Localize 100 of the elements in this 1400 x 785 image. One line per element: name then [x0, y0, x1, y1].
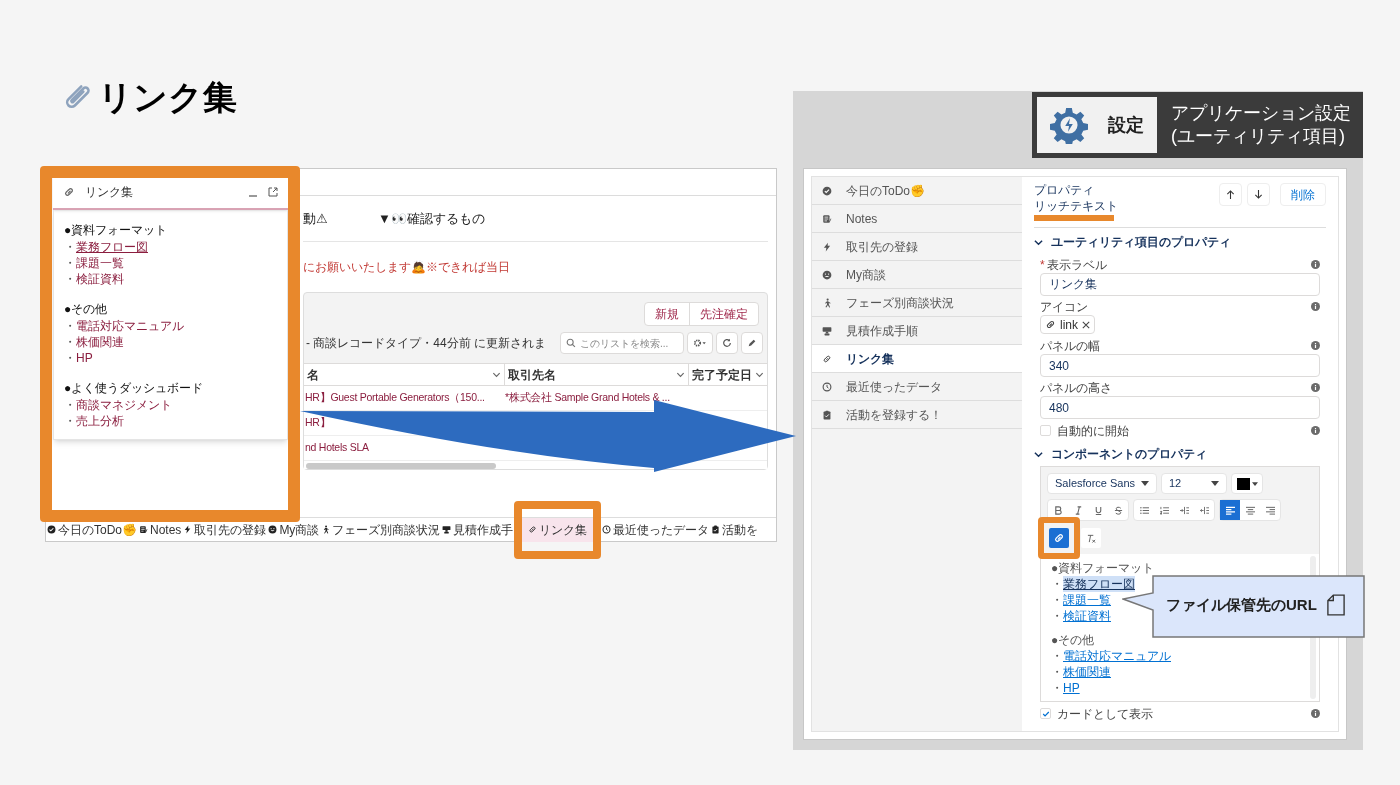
nav-item[interactable]: 最近使ったデータ [812, 373, 1022, 401]
settings-button[interactable] [687, 332, 713, 354]
info-icon[interactable] [1311, 426, 1320, 435]
color-picker[interactable] [1231, 473, 1263, 494]
chevron-down-icon [755, 370, 764, 379]
utility-tab[interactable]: Notes [138, 517, 183, 542]
arrow-down-icon [1254, 190, 1263, 199]
close-icon[interactable] [1082, 320, 1090, 329]
smiley-icon [822, 269, 832, 280]
link[interactable]: 株価関連 [1063, 664, 1111, 680]
field-label: パネルの幅 [1040, 337, 1100, 355]
nav-item[interactable]: 活動を登録する！ [812, 401, 1022, 429]
tab[interactable]: 動⚠ [303, 208, 328, 229]
panel-title: リンク集 [85, 184, 134, 201]
edit-button[interactable] [741, 332, 763, 354]
utility-tab[interactable]: 活動を [710, 517, 760, 542]
link[interactable]: 売上分析 [76, 413, 124, 429]
link[interactable]: 検証資料 [1063, 608, 1111, 624]
section-heading: ●その他 [1051, 632, 1096, 648]
bullet: ・ [64, 271, 76, 287]
stamp-icon [442, 525, 452, 534]
size-dropdown[interactable]: 12 [1161, 473, 1227, 494]
checkbox[interactable] [1040, 425, 1051, 436]
link[interactable]: 課題一覧 [1063, 592, 1111, 608]
person-icon [321, 525, 331, 534]
bullet: ・ [64, 318, 76, 334]
list-button[interactable]: 先注確定 [689, 303, 758, 325]
info-icon[interactable] [1311, 302, 1320, 311]
bullet: ・ [64, 239, 76, 255]
link[interactable]: 検証資料 [76, 271, 124, 287]
search-field[interactable]: このリストを検索... [560, 332, 684, 354]
required-mark: * [1040, 256, 1045, 274]
column-header[interactable]: 名 [304, 364, 504, 385]
caret-icon [1211, 481, 1219, 486]
utility-tab[interactable]: 取引先の登録 [182, 517, 268, 542]
utility-tab[interactable]: 最近使ったデータ [601, 517, 711, 542]
refresh-button[interactable] [716, 332, 738, 354]
info-icon[interactable] [1311, 383, 1320, 392]
info-icon[interactable] [1311, 341, 1320, 350]
font-dropdown[interactable]: Salesforce Sans [1047, 473, 1157, 494]
bullet: ・ [64, 255, 76, 271]
link[interactable]: 電話対応マニュアル [1063, 648, 1171, 664]
clipboard-icon [822, 409, 832, 420]
column-header[interactable]: 取引先名 [504, 364, 688, 385]
move-up-button[interactable] [1219, 183, 1242, 206]
checkbox[interactable] [1040, 708, 1051, 719]
chevron-down-icon[interactable] [1034, 237, 1043, 247]
chevron-down-icon [676, 370, 685, 379]
delete-button[interactable]: 削除 [1280, 183, 1326, 206]
link[interactable]: 商談マネジメント [76, 397, 172, 413]
indent-icon [1179, 505, 1189, 515]
info-icon[interactable] [1311, 260, 1320, 269]
popout-icon[interactable] [268, 187, 278, 197]
link[interactable]: 電話対応マニュアル [76, 318, 184, 334]
input-field[interactable]: 340 [1040, 354, 1320, 377]
document-icon [1326, 594, 1345, 617]
bullet: ・ [64, 397, 76, 413]
checkbox-label: 自動的に開始 [1057, 422, 1129, 440]
nav-item[interactable]: 今日のToDo✊ [812, 177, 1022, 205]
nav-item[interactable]: フェーズ別商談状況 [812, 289, 1022, 317]
align-left-button[interactable] [1220, 500, 1240, 520]
input-field[interactable]: リンク集 [1040, 273, 1320, 296]
chevron-down-icon[interactable] [1034, 449, 1043, 459]
gear-icon [1050, 106, 1088, 144]
column-header[interactable]: 完了予定日 [688, 364, 767, 385]
nav-item[interactable]: My商談 [812, 261, 1022, 289]
utility-tab[interactable]: 見積作成手 [441, 517, 515, 542]
search-icon [566, 338, 576, 348]
header-text: (ユーティリティ項目) [1171, 125, 1346, 148]
smiley-icon [268, 525, 278, 534]
field-label: パネルの高さ [1040, 379, 1112, 397]
link[interactable]: HP [1063, 680, 1080, 696]
clear-format-button[interactable] [1081, 528, 1101, 548]
input-field[interactable]: 480 [1040, 396, 1320, 419]
table-cell: HR】Guest Portable Generators（150... [305, 390, 485, 406]
info-icon[interactable] [1311, 709, 1320, 718]
utility-tab[interactable]: My商談 [267, 517, 321, 542]
list-button[interactable]: 新規 [645, 303, 689, 325]
link[interactable]: 株価関連 [76, 334, 124, 350]
icon-pill[interactable]: link [1040, 315, 1095, 334]
outdent-icon [1199, 505, 1209, 515]
numbered-list-icon [1159, 505, 1169, 515]
link-button[interactable] [1049, 528, 1069, 548]
nav-item[interactable]: 取引先の登録 [812, 233, 1022, 261]
link[interactable]: HP [76, 350, 93, 366]
nav-item[interactable]: リンク集 [812, 345, 1022, 373]
checkbox-label: カードとして表示 [1057, 705, 1153, 723]
nav-item[interactable]: Notes [812, 205, 1022, 233]
utility-tab[interactable]: 今日のToDo✊ [46, 517, 138, 542]
utility-tab[interactable]: フェーズ別商談状況 [320, 517, 442, 542]
bullet: ・ [1051, 608, 1063, 624]
link[interactable]: 課題一覧 [76, 255, 124, 271]
caret-icon [1251, 481, 1258, 486]
move-down-button[interactable] [1247, 183, 1270, 206]
underline-icon [1093, 505, 1103, 515]
clipboard-icon [711, 525, 721, 534]
link[interactable]: 業務フロー図 [1063, 576, 1135, 592]
utility-tab[interactable]: リンク集 [522, 517, 594, 542]
link[interactable]: 業務フロー図 [76, 239, 148, 255]
tab[interactable]: ▼👀確認するもの [378, 208, 485, 229]
